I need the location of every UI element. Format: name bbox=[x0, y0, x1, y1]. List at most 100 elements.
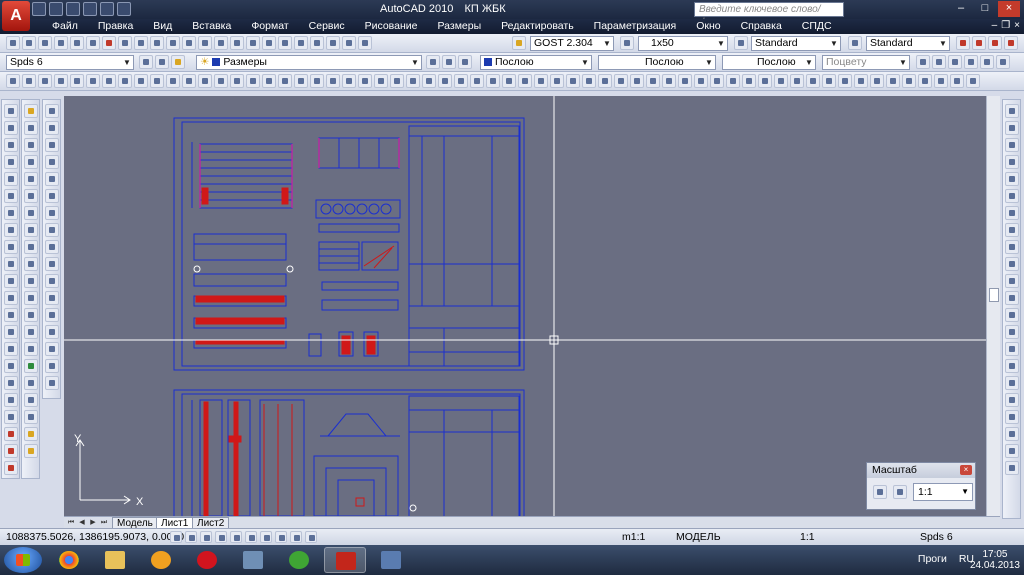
right-tool-14-icon[interactable] bbox=[1005, 325, 1019, 339]
spds-a-07-icon[interactable] bbox=[24, 206, 38, 220]
spds-icon-02[interactable] bbox=[22, 74, 36, 88]
copy-icon[interactable] bbox=[118, 36, 132, 50]
menu-modify[interactable]: Редактировать bbox=[491, 20, 584, 33]
spds-a-10-icon[interactable] bbox=[24, 257, 38, 271]
spds-icon-31[interactable] bbox=[486, 74, 500, 88]
table-style-select[interactable]: Standard ▼ bbox=[751, 36, 841, 51]
spds-icon-44[interactable] bbox=[694, 74, 708, 88]
spds-icon-27[interactable] bbox=[422, 74, 436, 88]
spds-icon-13[interactable] bbox=[198, 74, 212, 88]
redo-tb-icon[interactable] bbox=[182, 36, 196, 50]
cut-icon[interactable] bbox=[102, 36, 116, 50]
menu-help[interactable]: Справка bbox=[731, 20, 792, 33]
publish-icon[interactable] bbox=[86, 36, 100, 50]
spds-icon-49[interactable] bbox=[774, 74, 788, 88]
right-tool-21-icon[interactable] bbox=[1005, 444, 1019, 458]
right-tool-07-icon[interactable] bbox=[1005, 206, 1019, 220]
taskbar-app[interactable] bbox=[232, 547, 274, 573]
match-properties-icon[interactable] bbox=[150, 36, 164, 50]
scale-tool-1-icon[interactable] bbox=[873, 485, 887, 499]
join-icon[interactable] bbox=[45, 308, 59, 322]
spds-icon-32[interactable] bbox=[502, 74, 516, 88]
menu-spds[interactable]: СПДС bbox=[792, 20, 842, 33]
table-style-icon[interactable] bbox=[734, 36, 748, 50]
taskbar-tool[interactable] bbox=[370, 547, 412, 573]
copy-object-icon[interactable] bbox=[45, 121, 59, 135]
plot-icon[interactable] bbox=[117, 2, 131, 16]
taskbar-explorer[interactable] bbox=[94, 547, 136, 573]
spds-icon-28[interactable] bbox=[438, 74, 452, 88]
mleader-icon[interactable] bbox=[956, 36, 970, 50]
spds-icon-58[interactable] bbox=[918, 74, 932, 88]
spds-icon-56[interactable] bbox=[886, 74, 900, 88]
spds-icon-09[interactable] bbox=[134, 74, 148, 88]
scale-palette-close-icon[interactable]: × bbox=[960, 465, 972, 475]
spds-a-08-icon[interactable] bbox=[24, 223, 38, 237]
spds-icon-17[interactable] bbox=[262, 74, 276, 88]
menu-tools[interactable]: Сервис bbox=[299, 20, 355, 33]
spds-a-11-icon[interactable] bbox=[24, 274, 38, 288]
prev-layout-icon[interactable]: ◀ bbox=[77, 518, 87, 528]
lineweight-select[interactable]: Послою ▼ bbox=[722, 55, 816, 70]
calculator-icon[interactable] bbox=[342, 36, 356, 50]
spds-icon-59[interactable] bbox=[934, 74, 948, 88]
spds-a-19-icon[interactable] bbox=[24, 410, 38, 424]
dim-style-select[interactable]: 1x50 ▼ bbox=[638, 36, 728, 51]
polar-icon[interactable] bbox=[215, 531, 227, 543]
spds-icon-29[interactable] bbox=[454, 74, 468, 88]
spds-icon-10[interactable] bbox=[150, 74, 164, 88]
add-leader-icon[interactable] bbox=[972, 36, 986, 50]
spds-tool-2-icon[interactable] bbox=[932, 55, 946, 69]
right-tool-08-icon[interactable] bbox=[1005, 223, 1019, 237]
doc-close-icon[interactable]: × bbox=[1014, 20, 1020, 31]
move-icon[interactable] bbox=[45, 189, 59, 203]
construction-line-icon[interactable] bbox=[4, 121, 18, 135]
spds-a-13-icon[interactable] bbox=[24, 308, 38, 322]
undo-tb-icon[interactable] bbox=[166, 36, 180, 50]
menu-file[interactable]: Файл bbox=[42, 20, 88, 33]
spds-icon-55[interactable] bbox=[870, 74, 884, 88]
otrack-icon[interactable] bbox=[245, 531, 257, 543]
spds-icon-05[interactable] bbox=[70, 74, 84, 88]
spds-icon-18[interactable] bbox=[278, 74, 292, 88]
spds-mod-1-icon[interactable] bbox=[45, 376, 59, 390]
insert-block-icon[interactable] bbox=[4, 291, 18, 305]
lwt-icon[interactable] bbox=[290, 531, 302, 543]
spds-icon-23[interactable] bbox=[358, 74, 372, 88]
spds-icon-48[interactable] bbox=[758, 74, 772, 88]
paste-icon[interactable] bbox=[134, 36, 148, 50]
spds-a-05-icon[interactable] bbox=[24, 172, 38, 186]
gradient-icon[interactable] bbox=[4, 359, 18, 373]
grid-icon[interactable] bbox=[185, 531, 197, 543]
right-tool-01-icon[interactable] bbox=[1005, 104, 1019, 118]
arc-icon[interactable] bbox=[4, 189, 18, 203]
chamfer-icon[interactable] bbox=[45, 325, 59, 339]
system-clock[interactable]: 17:05 24.04.2013 bbox=[970, 549, 1020, 571]
first-layout-icon[interactable]: ⏮ bbox=[66, 518, 76, 528]
explode-icon[interactable] bbox=[45, 359, 59, 373]
menu-dimension[interactable]: Размеры bbox=[428, 20, 492, 33]
linetype-select[interactable]: Послою ▼ bbox=[598, 55, 716, 70]
tool-palettes-icon[interactable] bbox=[294, 36, 308, 50]
scrollbar-thumb[interactable] bbox=[989, 288, 999, 302]
spds-a-06-icon[interactable] bbox=[24, 189, 38, 203]
spds-icon-33[interactable] bbox=[518, 74, 532, 88]
color-select[interactable]: Послою ▼ bbox=[480, 55, 592, 70]
osnap-icon[interactable] bbox=[230, 531, 242, 543]
right-tool-13-icon[interactable] bbox=[1005, 308, 1019, 322]
right-tool-12-icon[interactable] bbox=[1005, 291, 1019, 305]
spline-icon[interactable] bbox=[4, 240, 18, 254]
ellipse-arc-icon[interactable] bbox=[4, 274, 18, 288]
spds-icon-19[interactable] bbox=[294, 74, 308, 88]
layer-isolate-icon[interactable] bbox=[458, 55, 472, 69]
spds-icon-35[interactable] bbox=[550, 74, 564, 88]
spds-icon-42[interactable] bbox=[662, 74, 676, 88]
spds-text-icon[interactable] bbox=[4, 461, 18, 475]
workspace-select[interactable]: Spds 6 ▼ bbox=[6, 55, 134, 70]
align-leader-icon[interactable] bbox=[1004, 36, 1018, 50]
array-icon[interactable] bbox=[45, 172, 59, 186]
stretch-icon[interactable] bbox=[45, 240, 59, 254]
spds-icon-15[interactable] bbox=[230, 74, 244, 88]
right-tool-03-icon[interactable] bbox=[1005, 138, 1019, 152]
line-icon[interactable] bbox=[4, 104, 18, 118]
